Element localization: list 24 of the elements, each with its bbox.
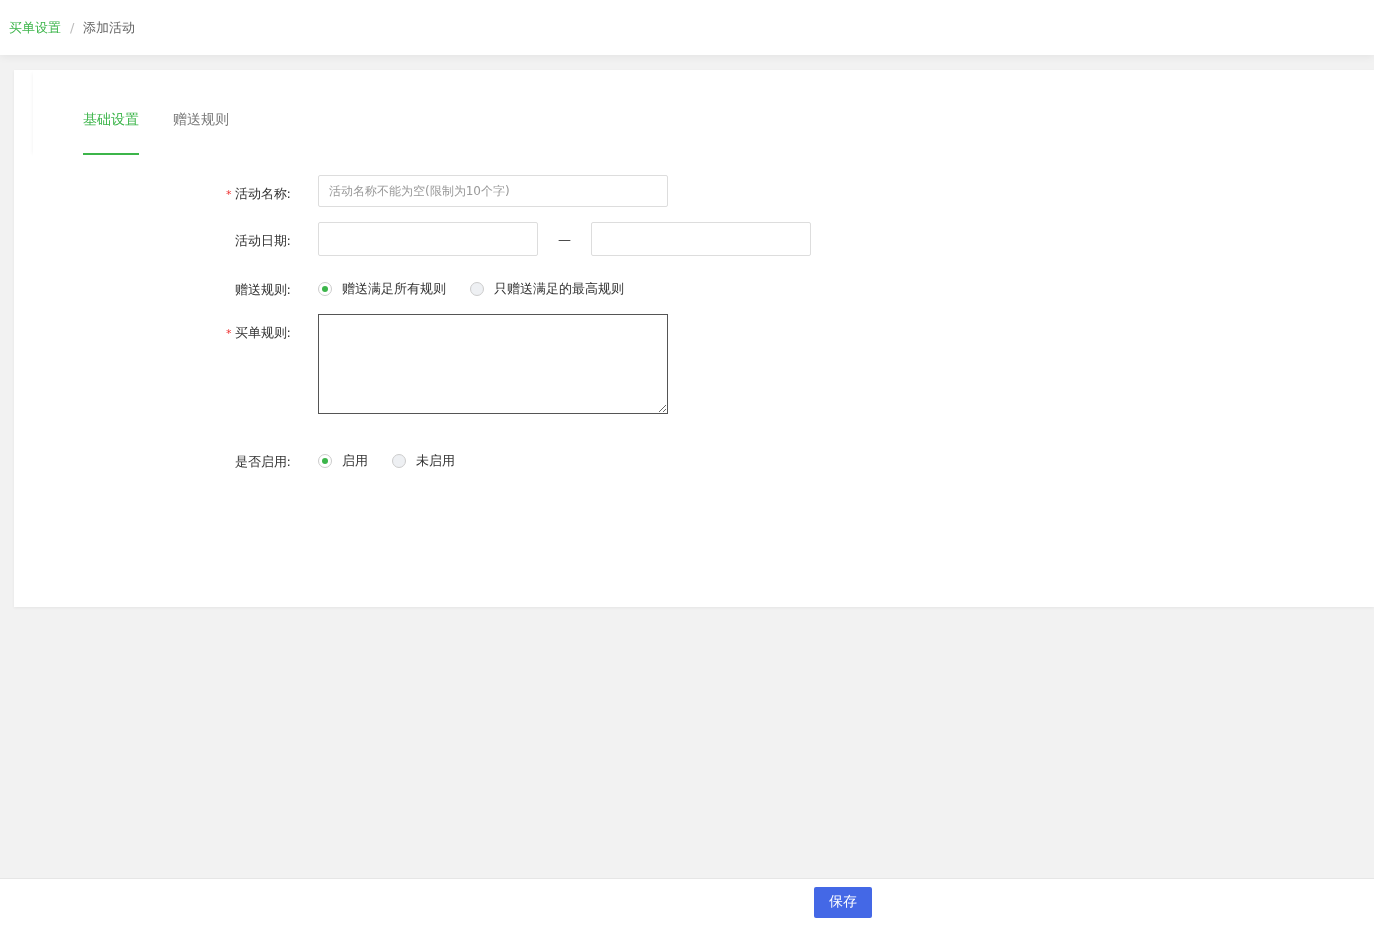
text-input[interactable]: 活动名称不能为空(限制为10个字) xyxy=(318,175,668,207)
radio-label[interactable]: 启用 xyxy=(342,452,368,470)
tab[interactable]: 赠送规则 xyxy=(173,111,229,153)
field-label: 活动名称: xyxy=(234,186,291,201)
radio-label[interactable]: 赠送满足所有规则 xyxy=(342,280,446,298)
date-input[interactable] xyxy=(591,222,811,256)
field-label: 赠送规则: xyxy=(234,282,291,297)
range-separator: — xyxy=(558,231,571,247)
breadcrumb-separator: / xyxy=(70,20,75,35)
field-label: 买单规则: xyxy=(234,325,291,340)
radio-button[interactable] xyxy=(318,454,332,468)
radio-button[interactable] xyxy=(392,454,406,468)
field-label: 活动日期: xyxy=(234,233,291,248)
text-area[interactable] xyxy=(318,314,668,414)
breadcrumb-link[interactable]: 添加活动 xyxy=(83,18,136,37)
field-label: 是否启用: xyxy=(234,454,291,469)
required-mark: * xyxy=(226,327,232,340)
required-mark: * xyxy=(226,188,232,201)
radio-label[interactable]: 只赠送满足的最高规则 xyxy=(494,280,624,298)
save-button[interactable]: 保存 xyxy=(814,886,872,918)
radio-button[interactable] xyxy=(470,282,484,296)
date-input[interactable] xyxy=(318,222,538,256)
radio-label[interactable]: 未启用 xyxy=(416,452,455,470)
radio-button[interactable] xyxy=(318,282,332,296)
